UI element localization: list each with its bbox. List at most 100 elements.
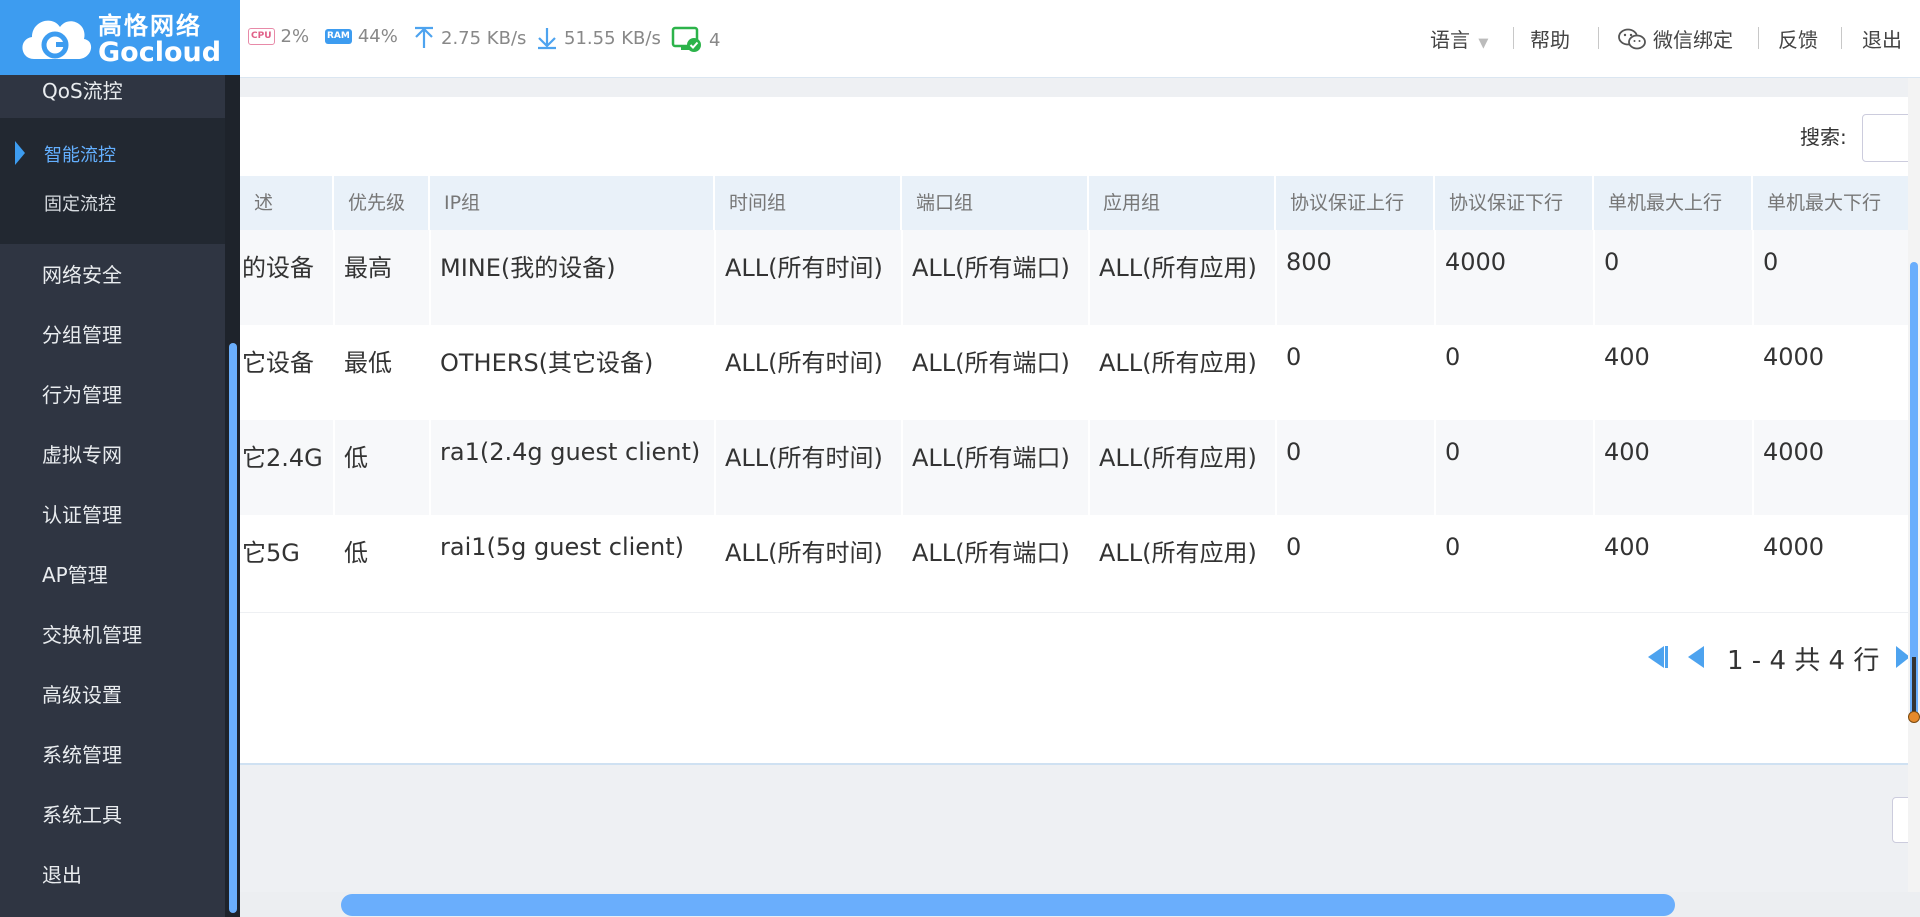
pager-info: 1 - 4 共 4 行	[1727, 646, 1880, 676]
logout-link[interactable]: 退出	[1862, 24, 1902, 53]
cpu-value: 2%	[280, 26, 310, 47]
col-header-port-group: 端口组	[902, 176, 1089, 230]
sidebar-item-switch-management[interactable]: 交换机管理	[42, 619, 142, 648]
cell-max-up: 400	[1604, 438, 1650, 466]
sidebar-item-auth-management[interactable]: 认证管理	[42, 499, 122, 528]
cpu-icon: CPU	[248, 28, 275, 45]
online-devices-icon	[671, 26, 701, 52]
cell-max-up: 400	[1604, 343, 1650, 371]
column-divider	[1752, 230, 1754, 610]
download-stat: 51.55 KB/s	[536, 26, 661, 50]
sidebar-item-network-security[interactable]: 网络安全	[42, 259, 122, 288]
upload-speed: 2.75 KB/s	[441, 27, 527, 49]
sidebar-item-ap-management[interactable]: AP管理	[42, 559, 108, 588]
page-scrollbar-thumb[interactable]	[1910, 262, 1918, 722]
column-divider	[901, 230, 903, 610]
cell-ip-group: OTHERS(其它设备)	[440, 349, 654, 377]
column-divider	[1434, 230, 1436, 610]
cell-app-group: ALL(所有应用)	[1099, 539, 1257, 567]
divider	[1841, 27, 1842, 49]
column-divider	[1088, 230, 1090, 610]
ram-icon: RAM	[325, 29, 352, 44]
sidebar-item-advanced-settings[interactable]: 高级设置	[42, 679, 122, 708]
sidebar-item-system-management[interactable]: 系统管理	[42, 739, 122, 768]
divider	[1598, 27, 1599, 49]
sidebar-item-vpn[interactable]: 虚拟专网	[42, 439, 122, 468]
table-row[interactable]	[240, 420, 1920, 515]
devices-stat[interactable]: 4	[671, 26, 720, 54]
cpu-stat: CPU 2%	[248, 26, 309, 47]
search-label: 搜索:	[1800, 125, 1847, 149]
online-devices-count: 4	[709, 29, 721, 51]
divider	[1758, 27, 1759, 49]
col-header-guaranteed-down: 协议保证下行	[1435, 176, 1594, 230]
cell-app-group: ALL(所有应用)	[1099, 349, 1257, 377]
cell-priority: 低	[344, 444, 368, 472]
sidebar-subitem-fixed-qos[interactable]: 固定流控	[44, 190, 116, 216]
cell-max-down: 4000	[1763, 438, 1825, 466]
cell-time-group: ALL(所有时间)	[725, 539, 883, 567]
sidebar-item-behavior-management[interactable]: 行为管理	[42, 379, 122, 408]
table-row[interactable]	[240, 515, 1920, 610]
sidebar-scrollbar-thumb[interactable]	[229, 343, 237, 913]
scroll-handle-icon[interactable]	[1908, 657, 1920, 723]
cell-port-group: ALL(所有端口)	[912, 349, 1070, 377]
col-header-app-group: 应用组	[1089, 176, 1276, 230]
brand-name-cn: 高恪网络	[98, 12, 202, 40]
horizontal-scrollbar-thumb[interactable]	[341, 894, 1675, 916]
language-label: 语言	[1430, 28, 1470, 52]
column-divider	[429, 230, 431, 610]
cell-priority: 最高	[344, 254, 392, 282]
brand-logo: 高恪网络 Gocloud	[0, 0, 240, 75]
column-divider	[714, 230, 716, 610]
cell-guaranteed-up: 0	[1286, 343, 1302, 371]
col-header-max-up: 单机最大上行	[1594, 176, 1753, 230]
cell-max-down: 0	[1763, 248, 1779, 276]
cell-max-down: 4000	[1763, 343, 1825, 371]
cell-app-group: ALL(所有应用)	[1099, 254, 1257, 282]
prev-page-icon[interactable]	[1688, 646, 1704, 668]
col-header-description: 述	[240, 176, 334, 230]
cell-ip-group: MINE(我的设备)	[440, 254, 616, 282]
cell-guaranteed-down: 0	[1445, 533, 1461, 561]
cell-app-group: ALL(所有应用)	[1099, 444, 1257, 472]
cell-priority: 低	[344, 539, 368, 567]
col-header-ip-group: IP组	[430, 176, 715, 230]
download-arrow-icon	[538, 28, 556, 50]
cloud-logo-icon	[22, 20, 92, 59]
sidebar-item-qos[interactable]: QoS流控	[42, 75, 123, 104]
cell-guaranteed-up: 0	[1286, 533, 1302, 561]
cell-ip-group: rai1(5g guest client)	[440, 533, 685, 561]
cell-port-group: ALL(所有端口)	[912, 444, 1070, 472]
cell-description: 它设备	[242, 349, 314, 377]
cell-guaranteed-down: 0	[1445, 343, 1461, 371]
cell-guaranteed-up: 0	[1286, 438, 1302, 466]
first-page-icon[interactable]	[1648, 645, 1670, 669]
brand-name-en: Gocloud	[98, 37, 222, 68]
sidebar-item-group-management[interactable]: 分组管理	[42, 319, 122, 348]
cell-max-down: 4000	[1763, 533, 1825, 561]
feedback-link[interactable]: 反馈	[1778, 24, 1818, 53]
cell-guaranteed-up: 800	[1286, 248, 1332, 276]
help-link[interactable]: 帮助	[1530, 24, 1570, 53]
table-bottom-border	[240, 612, 1920, 613]
download-speed: 51.55 KB/s	[564, 27, 661, 49]
sidebar-item-system-tools[interactable]: 系统工具	[42, 799, 122, 828]
wechat-bind-label: 微信绑定	[1653, 28, 1733, 52]
wechat-icon	[1618, 28, 1646, 49]
upload-arrow-icon	[415, 26, 433, 48]
cell-guaranteed-down: 0	[1445, 438, 1461, 466]
sidebar-subitem-smart-qos[interactable]: 智能流控	[44, 141, 116, 167]
ram-value: 44%	[357, 26, 398, 47]
wechat-bind-link[interactable]: 微信绑定	[1617, 24, 1733, 53]
language-menu[interactable]: 语言 ▼	[1430, 24, 1488, 53]
cell-description: 的设备	[242, 254, 314, 282]
col-header-time-group: 时间组	[715, 176, 902, 230]
divider	[1513, 27, 1514, 49]
active-indicator-icon	[15, 141, 25, 165]
cell-time-group: ALL(所有时间)	[725, 349, 883, 377]
upload-stat: 2.75 KB/s	[413, 26, 526, 50]
cell-time-group: ALL(所有时间)	[725, 254, 883, 282]
sidebar-item-logout[interactable]: 退出	[42, 859, 82, 888]
col-header-max-down: 单机最大下行	[1753, 176, 1920, 230]
